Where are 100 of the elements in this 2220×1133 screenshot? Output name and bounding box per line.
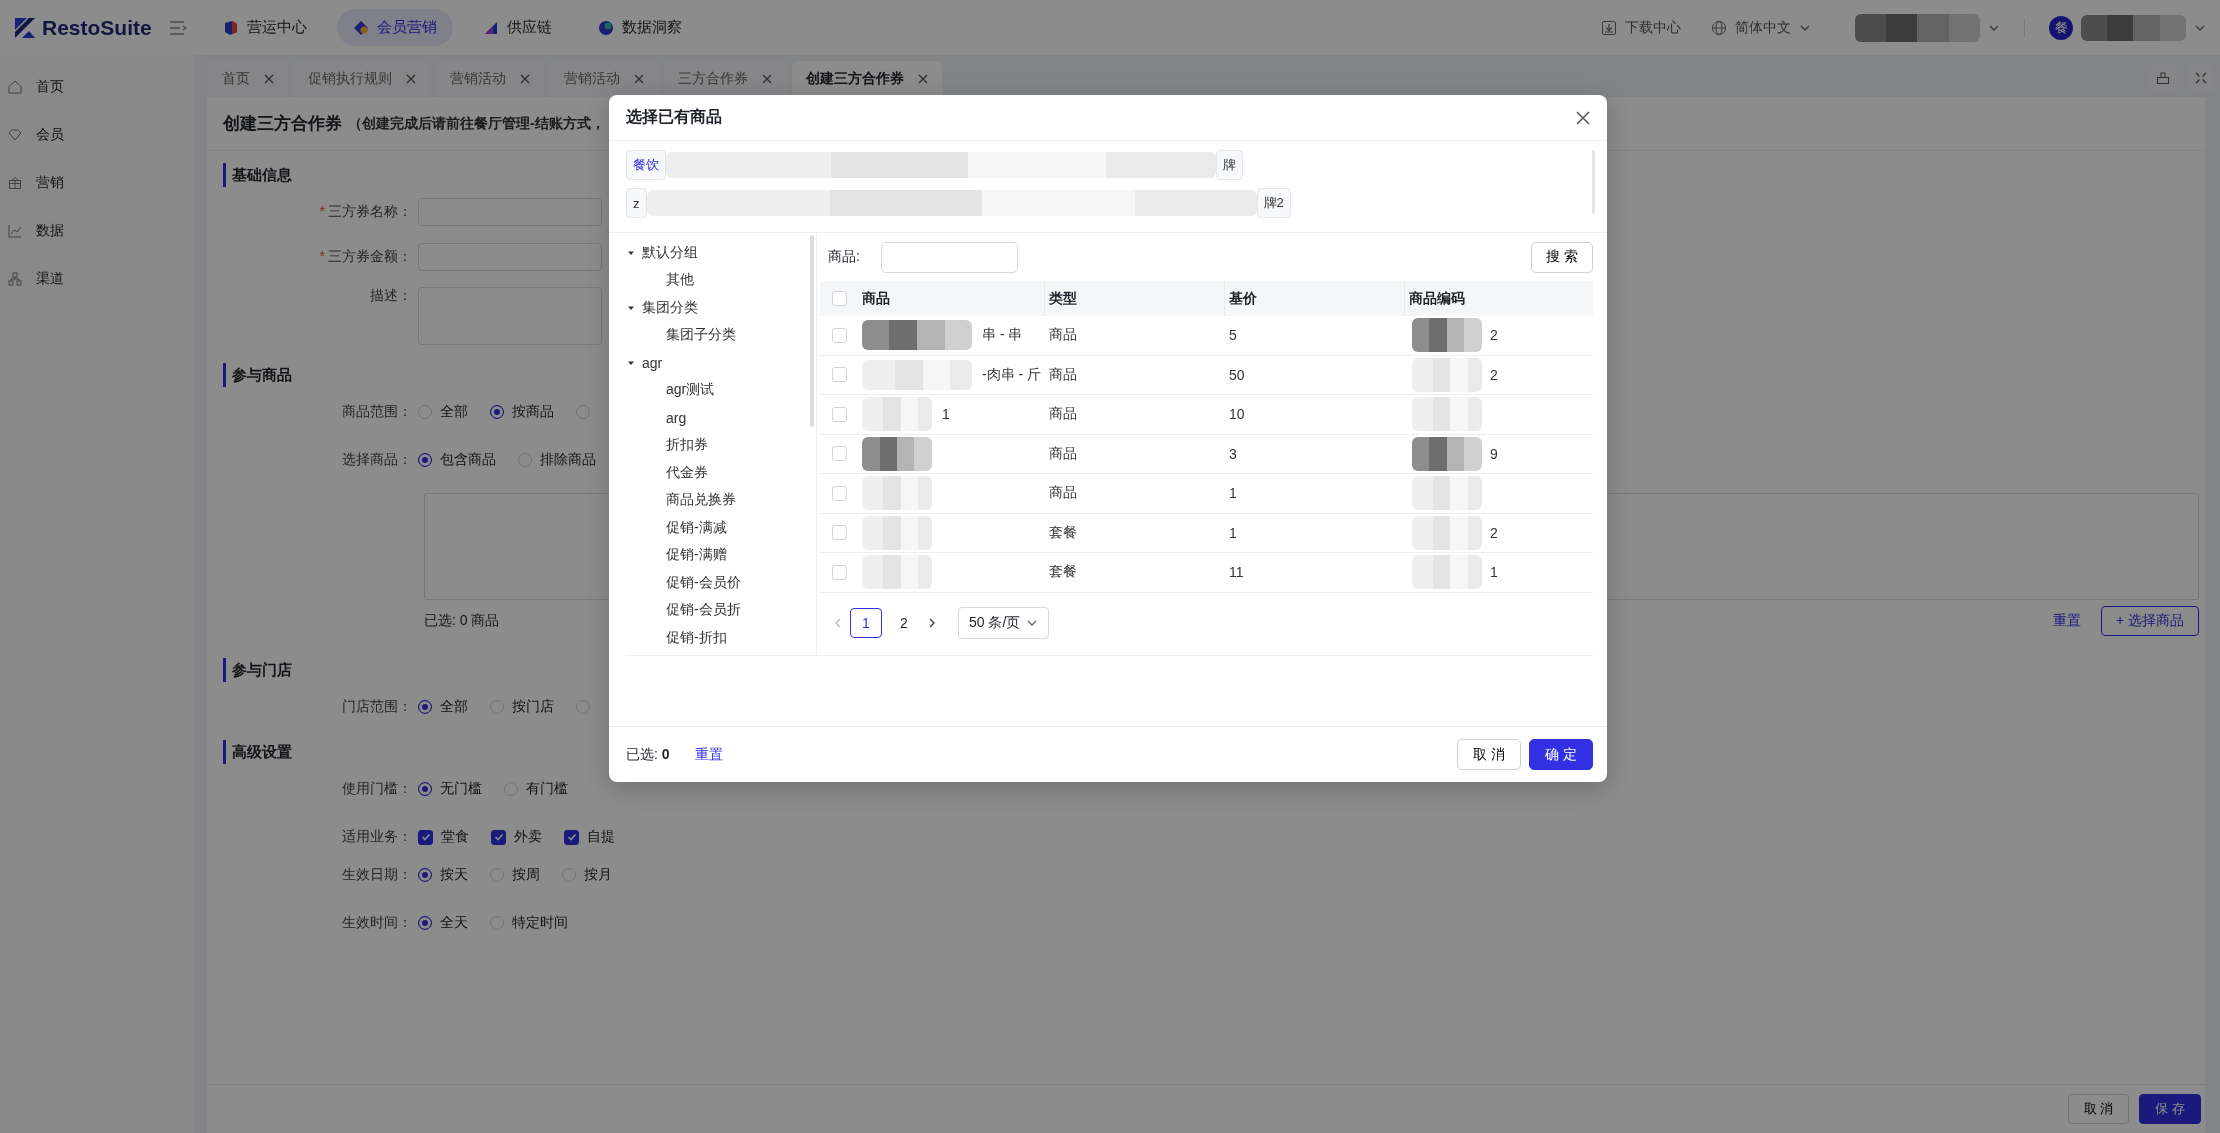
checkbox-label: 自提: [587, 828, 615, 846]
logo-text: RestoSuite: [42, 15, 152, 40]
tree-item[interactable]: 促销-折扣: [650, 624, 816, 652]
radio-button[interactable]: [418, 700, 432, 714]
column-header: 商品编码: [1405, 281, 1593, 316]
close-icon: [762, 74, 772, 84]
radio-button[interactable]: [418, 453, 432, 467]
tree-item[interactable]: 默认分组: [626, 239, 816, 267]
orb-icon: [598, 19, 614, 36]
cancel-button[interactable]: 取 消: [2067, 1094, 2130, 1124]
description-field[interactable]: [418, 287, 602, 345]
select-products-button[interactable]: + 选择商品: [2100, 606, 2199, 636]
column-header: 商品: [858, 281, 1045, 316]
confirm-button[interactable]: 确 定: [1529, 739, 1593, 770]
input-field[interactable]: [418, 243, 602, 271]
menu-icon: [169, 20, 187, 35]
page-tab[interactable]: 创建三方合作券: [792, 61, 942, 97]
column-header: 类型: [1045, 281, 1225, 316]
tree-item[interactable]: 折扣券: [650, 431, 816, 459]
redaction-block: [862, 436, 932, 471]
radio-button[interactable]: [418, 782, 432, 796]
field-label: 生效时间：: [341, 914, 413, 932]
collapse-icon: [2195, 72, 2207, 84]
field-label: 商品范围：: [341, 403, 413, 421]
table-cell: 商品: [1049, 326, 1077, 345]
selection-count: 已选: 0: [626, 745, 670, 764]
sidebar-item[interactable]: 数据: [0, 207, 195, 255]
table-cell: 1: [942, 406, 950, 423]
table-cell: 2: [1490, 327, 1498, 344]
field-label: 适用业务：: [341, 828, 413, 846]
sidebar-item[interactable]: 渠道: [0, 255, 195, 303]
tree-item[interactable]: 商品兑换券: [650, 486, 816, 514]
search-field[interactable]: [880, 241, 1018, 273]
table-cell: 5: [1229, 327, 1237, 344]
close-icon: [520, 74, 530, 84]
search-label: 商品:: [828, 248, 860, 266]
page-button[interactable]: 2: [888, 607, 920, 638]
home-icon: [8, 80, 22, 94]
radio-button[interactable]: [418, 916, 432, 930]
redaction-block: [862, 397, 932, 432]
tree-item[interactable]: 集团子分类: [650, 321, 816, 349]
sidebar-item[interactable]: 营销: [0, 159, 195, 207]
nav-tab[interactable]: 营运中心: [207, 9, 323, 46]
radio-button[interactable]: [418, 868, 432, 882]
checkbox-label: 堂食: [441, 828, 469, 846]
table-cell: 套餐: [1049, 523, 1077, 542]
close-icon: [264, 74, 274, 84]
tree-item[interactable]: 促销-满减: [650, 514, 816, 542]
radio-label: 特定时间: [512, 914, 568, 932]
table-cell: 串 - 串: [982, 326, 1023, 345]
download-icon: [1601, 19, 1617, 36]
tree-item[interactable]: 代金券: [650, 459, 816, 487]
table-cell: 商品: [1049, 484, 1077, 503]
diamond-icon: [353, 19, 369, 36]
page-size-select[interactable]: 50 条/页: [958, 606, 1050, 639]
table-cell: 3: [1229, 445, 1237, 462]
field-label: 门店范围：: [341, 698, 413, 716]
radio-label: 全部: [440, 698, 468, 716]
table-cell: 2: [1490, 366, 1498, 383]
tree-item[interactable]: 促销-满赠: [650, 541, 816, 569]
radio-label: 排除商品: [540, 451, 596, 469]
nav-tab[interactable]: 供应链: [467, 9, 568, 46]
redaction-block: [1412, 397, 1482, 432]
table-cell: 商品: [1049, 405, 1077, 424]
tree-item[interactable]: 其他: [650, 266, 816, 294]
reset-link[interactable]: 重置: [2052, 612, 2081, 630]
brand-tag[interactable]: z: [626, 188, 647, 218]
checkbox[interactable]: [491, 829, 506, 845]
tree-item[interactable]: 促销-会员折: [650, 596, 816, 624]
nav-tab[interactable]: 会员营销: [337, 9, 453, 46]
redaction-block: [1412, 476, 1482, 511]
radio-label: 无门槛: [440, 780, 482, 798]
brand-tag[interactable]: 牌: [1216, 150, 1243, 180]
page-title: 创建三方合作券: [223, 113, 342, 135]
nav-tab[interactable]: 数据洞察: [582, 9, 698, 46]
sidebar-item[interactable]: 首页: [0, 63, 195, 111]
checkbox[interactable]: [564, 829, 579, 845]
search-button[interactable]: 搜 索: [1531, 241, 1593, 273]
download-link[interactable]: 下载中心: [1625, 18, 1681, 37]
tree-item[interactable]: 促销-会员价: [650, 569, 816, 597]
reset-link[interactable]: 重置: [694, 745, 723, 764]
table-cell: 套餐: [1049, 563, 1077, 582]
save-button[interactable]: 保 存: [2139, 1094, 2201, 1124]
required-mark: *: [319, 248, 325, 264]
table-cell: 10: [1229, 406, 1245, 423]
table-cell: -肉串 - 斤: [982, 365, 1042, 384]
check-icon: [420, 832, 431, 842]
brand-tag[interactable]: 牌2: [1256, 188, 1291, 218]
sidebar-item[interactable]: 会员: [0, 111, 195, 159]
field-label: 使用门槛：: [341, 780, 413, 798]
brand-tag[interactable]: 餐饮: [626, 150, 666, 180]
page-button[interactable]: 1: [850, 607, 882, 638]
cancel-button[interactable]: 取 消: [1457, 739, 1522, 770]
tree-item[interactable]: 集团分类: [626, 294, 816, 322]
input-field[interactable]: [418, 198, 602, 226]
radio-label: 全天: [440, 914, 468, 932]
language-select[interactable]: 简体中文: [1735, 18, 1791, 37]
radio-button[interactable]: [490, 405, 504, 419]
checkbox[interactable]: [418, 829, 433, 845]
tree-item[interactable]: arg: [650, 404, 816, 432]
